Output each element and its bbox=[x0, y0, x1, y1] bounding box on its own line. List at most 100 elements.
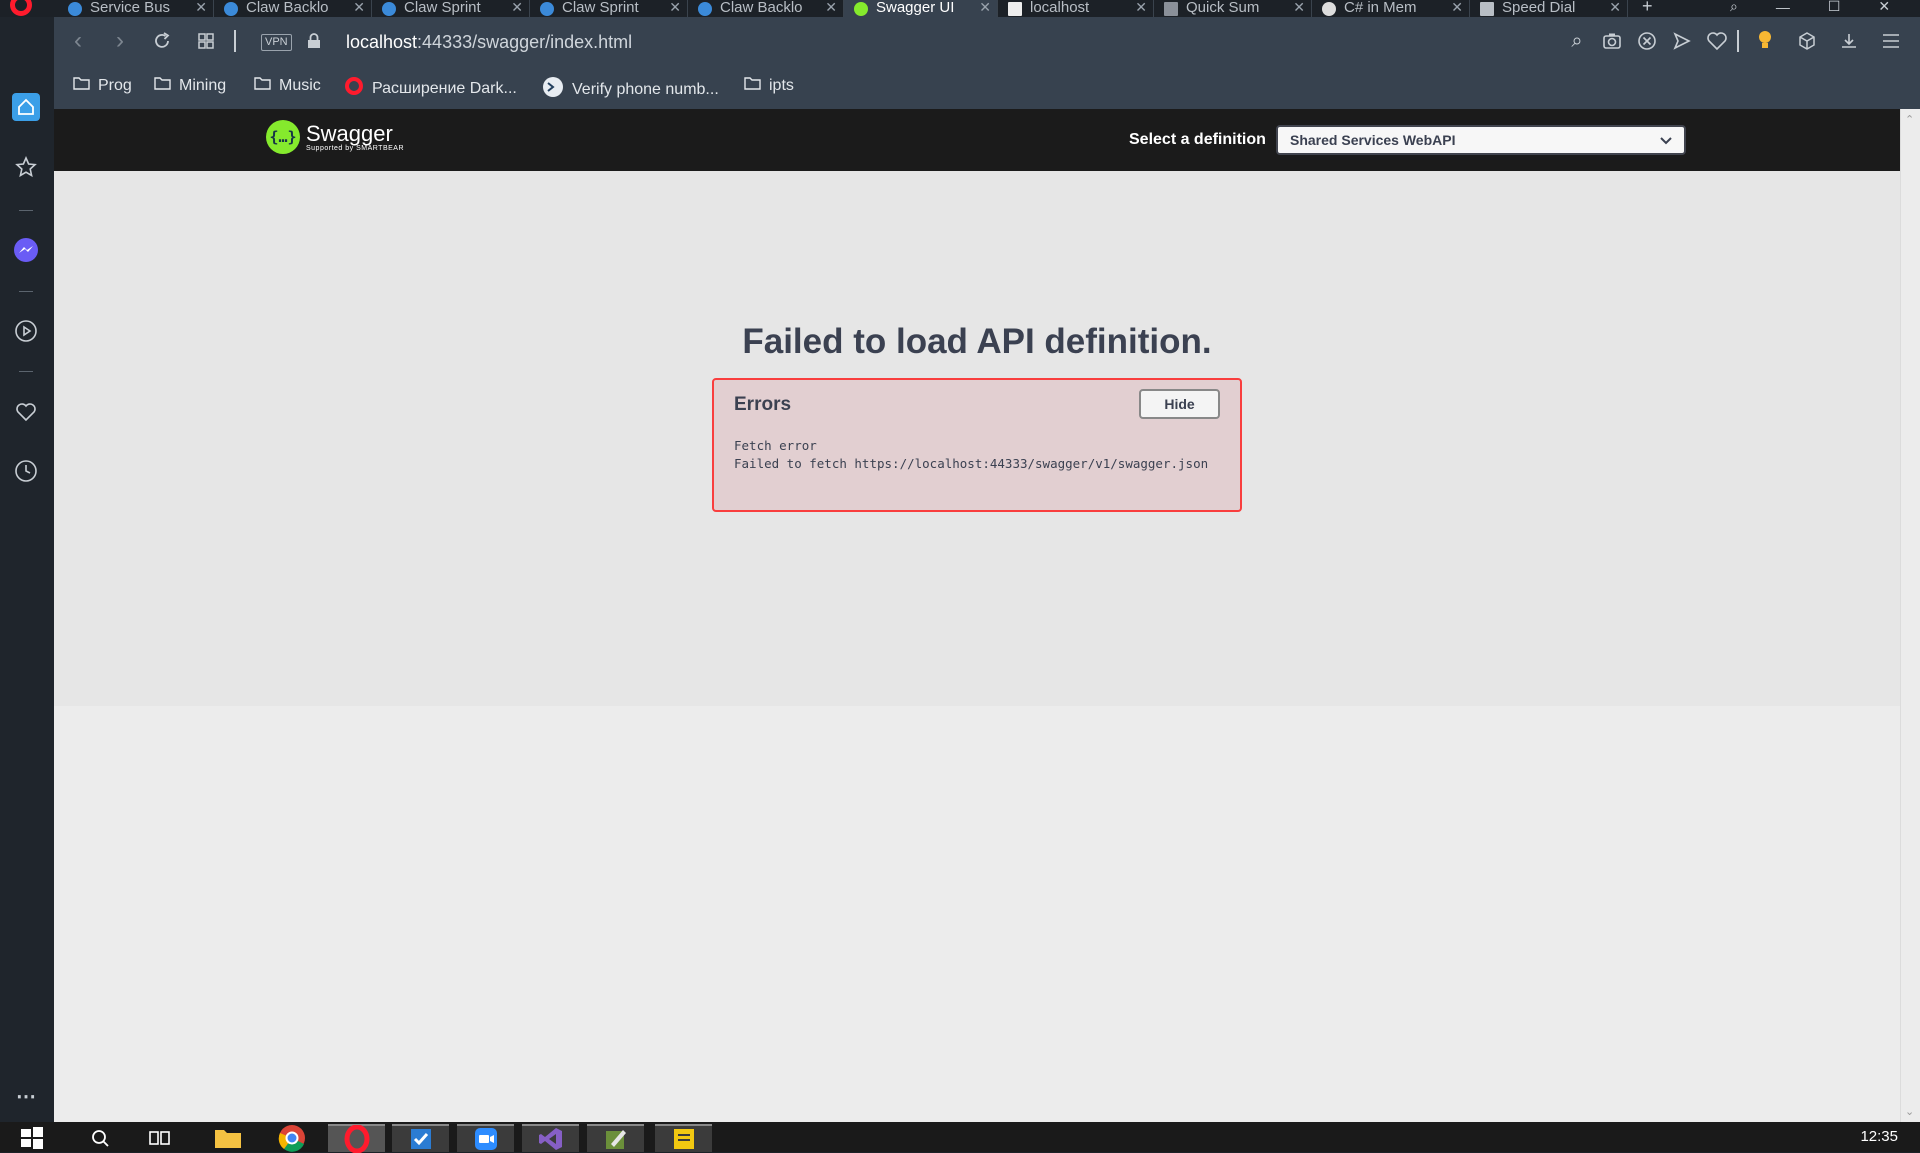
taskbar-app-check[interactable] bbox=[392, 1124, 449, 1152]
page-favicon-icon bbox=[1322, 2, 1336, 16]
page-scrollbar[interactable]: ⌃ ⌄ bbox=[1900, 109, 1920, 1122]
close-tab-icon[interactable]: ✕ bbox=[511, 0, 523, 16]
vpn-badge[interactable]: VPN bbox=[261, 34, 292, 51]
close-tab-icon[interactable]: ✕ bbox=[825, 0, 837, 16]
close-tab-icon[interactable]: ✕ bbox=[1135, 0, 1147, 16]
taskbar-app-notes[interactable] bbox=[655, 1124, 712, 1152]
page-title: Failed to load API definition. bbox=[742, 322, 1212, 361]
address-bar[interactable]: localhost:44333/swagger/index.html bbox=[346, 32, 632, 53]
tab-favicon-icon bbox=[68, 2, 82, 16]
taskbar-app-zoom[interactable] bbox=[457, 1124, 514, 1152]
error-message: Failed to fetch https://localhost:44333/… bbox=[734, 456, 1209, 471]
reload-icon[interactable] bbox=[150, 29, 174, 53]
folder-icon bbox=[154, 76, 171, 95]
opera-addon-icon bbox=[344, 76, 364, 101]
swagger-logo[interactable]: {…} Swagger Supported by SMARTBEAR bbox=[266, 120, 404, 154]
close-tab-icon[interactable]: ✕ bbox=[353, 0, 365, 16]
home-icon[interactable] bbox=[12, 93, 40, 121]
task-view-icon[interactable] bbox=[144, 1124, 176, 1152]
taskbar-app-editor[interactable] bbox=[587, 1124, 644, 1152]
send-icon[interactable] bbox=[1670, 29, 1694, 53]
close-tab-icon[interactable]: ✕ bbox=[1293, 0, 1305, 16]
window-controls: ⌕ — ☐ ✕ bbox=[1730, 0, 1890, 17]
tab-4[interactable]: Claw Sprint ✕ bbox=[530, 0, 688, 17]
star-icon[interactable] bbox=[12, 153, 40, 181]
tab-search-icon[interactable]: ⌕ bbox=[1730, 0, 1738, 15]
tab-5[interactable]: Claw Backlo ✕ bbox=[688, 0, 844, 17]
folder-icon bbox=[73, 76, 90, 95]
bookmark-folder-prog[interactable]: Prog bbox=[73, 76, 132, 95]
taskbar-opera[interactable] bbox=[328, 1124, 385, 1153]
camera-icon[interactable] bbox=[1600, 29, 1624, 53]
windows-start-icon[interactable] bbox=[18, 1124, 46, 1152]
search-in-page-icon[interactable]: ⌕ bbox=[1565, 29, 1589, 53]
swagger-topbar: {…} Swagger Supported by SMARTBEAR Selec… bbox=[54, 109, 1900, 171]
bookmark-folder-ipts[interactable]: ipts bbox=[744, 76, 794, 95]
back-icon[interactable]: ‹ bbox=[66, 27, 90, 54]
easy-setup-icon[interactable] bbox=[1879, 29, 1903, 53]
download-icon[interactable] bbox=[1837, 29, 1861, 53]
close-tab-icon[interactable]: ✕ bbox=[669, 0, 681, 16]
adblock-icon[interactable] bbox=[1635, 29, 1659, 53]
chrome-icon[interactable] bbox=[272, 1124, 312, 1152]
bookmark-folder-mining[interactable]: Mining bbox=[154, 76, 226, 95]
tab-favicon-icon bbox=[382, 2, 396, 16]
close-window-icon[interactable]: ✕ bbox=[1878, 0, 1890, 15]
speed-dial-icon bbox=[1480, 2, 1494, 16]
folder-icon bbox=[744, 76, 761, 95]
taskbar-clock[interactable]: 12:35 bbox=[1860, 1128, 1898, 1145]
errors-heading: Errors bbox=[734, 394, 792, 415]
checklist-icon bbox=[410, 1129, 431, 1149]
visual-studio-icon bbox=[538, 1128, 562, 1150]
lightbulb-icon[interactable] bbox=[1753, 29, 1777, 53]
tab-10[interactable]: Speed Dial ✕ bbox=[1470, 0, 1628, 17]
maximize-icon[interactable]: ☐ bbox=[1828, 0, 1841, 15]
bookmark-verify-phone[interactable]: Verify phone numb... bbox=[542, 76, 719, 103]
player-icon[interactable] bbox=[12, 317, 40, 345]
tab-7[interactable]: localhost ✕ bbox=[998, 0, 1154, 17]
bookmark-folder-music[interactable]: Music bbox=[254, 76, 321, 95]
history-icon[interactable] bbox=[12, 457, 40, 485]
swagger-logo-icon: {…} bbox=[266, 120, 300, 154]
close-tab-icon[interactable]: ✕ bbox=[1609, 0, 1621, 16]
file-explorer-icon[interactable] bbox=[208, 1124, 248, 1152]
favorite-heart-icon[interactable] bbox=[1705, 29, 1729, 53]
swagger-main: Failed to load API definition. Errors Hi… bbox=[54, 171, 1900, 706]
forward-icon[interactable]: › bbox=[108, 27, 132, 54]
tab-1[interactable]: Service Bus ✕ bbox=[58, 0, 214, 17]
definition-select-label: Select a definition bbox=[1129, 131, 1266, 148]
tab-2[interactable]: Claw Backlo ✕ bbox=[214, 0, 372, 17]
page-viewport: {…} Swagger Supported by SMARTBEAR Selec… bbox=[54, 109, 1900, 1122]
taskbar-search-icon[interactable] bbox=[86, 1124, 114, 1152]
scroll-down-icon[interactable]: ⌄ bbox=[1905, 1105, 1914, 1118]
page-favicon-icon bbox=[1008, 2, 1022, 16]
tab-8[interactable]: Quick Sum ✕ bbox=[1154, 0, 1312, 17]
page-favicon-icon bbox=[1164, 2, 1178, 16]
lock-icon[interactable] bbox=[302, 29, 326, 53]
hide-errors-button[interactable]: Hide bbox=[1139, 389, 1220, 419]
bookmark-dark-extension[interactable]: Расширение Dark... bbox=[344, 76, 517, 101]
tab-swagger-ui[interactable]: Swagger UI ✕ bbox=[844, 0, 998, 17]
scroll-up-icon[interactable]: ⌃ bbox=[1905, 113, 1914, 126]
tab-strip: Service Bus ✕ Claw Backlo ✕ Claw Sprint ✕ C… bbox=[0, 0, 1920, 17]
close-tab-icon[interactable]: ✕ bbox=[195, 0, 207, 16]
close-tab-icon[interactable]: ✕ bbox=[1451, 0, 1463, 16]
tab-favicon-icon bbox=[540, 2, 554, 16]
messenger-icon[interactable] bbox=[12, 236, 40, 264]
definition-select[interactable]: Shared Services WebAPI bbox=[1276, 125, 1686, 155]
tab-3[interactable]: Claw Sprint ✕ bbox=[372, 0, 530, 17]
powershell-icon bbox=[542, 76, 564, 103]
errors-panel: Errors Hide Fetch error Failed to fetch … bbox=[712, 378, 1242, 512]
cube-icon[interactable] bbox=[1795, 29, 1819, 53]
heart-icon[interactable] bbox=[12, 398, 40, 426]
tabs-grid-icon[interactable] bbox=[194, 29, 218, 53]
opera-logo-icon[interactable] bbox=[10, 0, 32, 16]
chevron-down-icon bbox=[1660, 132, 1672, 148]
tab-9[interactable]: C# in Mem ✕ bbox=[1312, 0, 1470, 17]
minimize-icon[interactable]: — bbox=[1776, 0, 1790, 15]
more-icon[interactable]: ⋯ bbox=[12, 1082, 40, 1110]
swagger-favicon-icon bbox=[854, 2, 868, 16]
close-tab-icon[interactable]: ✕ bbox=[979, 0, 991, 16]
new-tab-button[interactable]: + bbox=[1642, 0, 1653, 17]
taskbar-visual-studio[interactable] bbox=[522, 1124, 579, 1152]
